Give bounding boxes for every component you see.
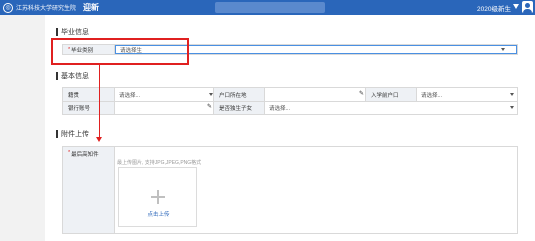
only-child-select[interactable]: 请选择... bbox=[265, 101, 517, 114]
chevron-down-icon[interactable] bbox=[513, 4, 519, 9]
bank-account-label: 银行账号 bbox=[63, 101, 115, 114]
school-logo-icon: ◎ bbox=[3, 2, 13, 13]
pre-enroll-household-select[interactable]: 请选择... bbox=[417, 88, 517, 101]
upload-button-label[interactable]: 点击上传 bbox=[119, 210, 198, 218]
chevron-down-icon[interactable] bbox=[510, 93, 514, 96]
basic-info-table: 籍贯 请选择... 户口所在地 ✎ 入学前户口 请选择... 银行账号 ✎ 是否… bbox=[62, 87, 518, 115]
only-child-label: 是否独生子女 bbox=[213, 101, 265, 114]
chevron-down-icon[interactable] bbox=[501, 48, 505, 51]
annotation-arrow-line bbox=[99, 65, 100, 138]
household-location-input[interactable] bbox=[265, 88, 365, 101]
chevron-down-icon[interactable] bbox=[510, 106, 514, 109]
pencil-icon[interactable]: ✎ bbox=[207, 103, 212, 110]
year-select[interactable]: 2020级新生 bbox=[477, 3, 511, 13]
app-brand: 迎新 bbox=[83, 3, 100, 12]
upload-hint: 最上传图片, 支持JPG,JPEG,PNG格式 bbox=[117, 160, 202, 166]
top-navbar: ◎ 江苏科技大学研究生院 迎新 2020级新生 bbox=[0, 0, 535, 15]
native-place-select[interactable]: 请选择... bbox=[115, 88, 213, 101]
bank-account-input[interactable] bbox=[115, 101, 213, 114]
native-place-label: 籍贯 bbox=[63, 88, 115, 101]
pencil-icon[interactable]: ✎ bbox=[359, 90, 364, 97]
annotation-arrow-head bbox=[96, 137, 102, 142]
section-title-attachments: 附件上传 bbox=[56, 129, 89, 139]
pre-enroll-household-label: 入学前户口 bbox=[365, 88, 417, 101]
household-location-label: 户口所在地 bbox=[213, 88, 265, 101]
top-search-box[interactable] bbox=[215, 2, 325, 13]
upload-dropzone[interactable]: 点击上传 bbox=[118, 167, 197, 227]
annotation-highlight-box bbox=[51, 38, 189, 65]
section-title-basic: 基本信息 bbox=[56, 71, 89, 81]
school-logo[interactable]: ◎ 江苏科技大学研究生院 迎新 bbox=[3, 2, 99, 13]
user-avatar-icon[interactable] bbox=[522, 1, 533, 13]
section-title-graduate: 毕业信息 bbox=[56, 27, 89, 37]
school-name: 江苏科技大学研究生院 bbox=[16, 6, 77, 12]
attachment-label: * 最后高知件 bbox=[63, 147, 115, 233]
